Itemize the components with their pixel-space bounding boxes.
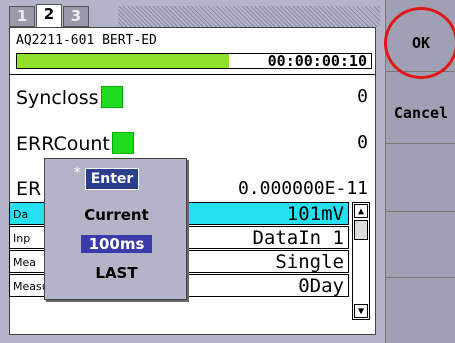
syncloss-row: Syncloss 0 (16, 81, 370, 113)
errcount-value: 0 (357, 132, 368, 153)
syncloss-indicator (100, 86, 123, 108)
error-rate-label: ER (16, 178, 42, 200)
setting-value: Single (275, 251, 344, 273)
setting-label: Da (13, 208, 29, 221)
scroll-thumb[interactable] (354, 220, 368, 240)
selection-popup: * Enter Current 100ms LAST (44, 158, 187, 300)
option-current[interactable]: Current (45, 206, 188, 224)
setting-value: 101mV (286, 203, 344, 225)
setting-label: Mea (13, 256, 36, 269)
tab-bar-filler (118, 6, 380, 27)
setting-label: Inp (13, 232, 31, 245)
setting-value: 0Day (298, 275, 344, 297)
tab-3[interactable]: 3 (63, 6, 89, 27)
cancel-button[interactable]: Cancel (385, 72, 455, 144)
scroll-down-icon[interactable]: ▼ (354, 304, 368, 318)
softkey-4[interactable] (385, 212, 455, 278)
enter-badge: Enter (85, 168, 139, 190)
errcount-row: ERRCount 0 (16, 127, 370, 159)
bert-screen: 1 2 3 AQ2211-601 BERT-ED 00:00:00:10 Syn… (0, 0, 455, 343)
tab-2[interactable]: 2 (36, 4, 62, 27)
option-last[interactable]: LAST (45, 264, 188, 282)
softkey-panel: OK Cancel (384, 0, 455, 343)
softkey-5[interactable] (385, 278, 455, 343)
scrollbar[interactable]: ▲ ▼ (352, 202, 370, 320)
setting-value: DataIn 1 (252, 227, 344, 249)
progress-bar: 00:00:00:10 (16, 52, 372, 70)
tab-1[interactable]: 1 (9, 6, 35, 27)
errcount-label: ERRCount (16, 133, 110, 155)
asterisk-icon: * (73, 165, 82, 181)
errcount-indicator (111, 132, 134, 154)
softkey-3[interactable] (385, 144, 455, 212)
ok-button[interactable]: OK (384, 0, 455, 79)
syncloss-value: 0 (357, 86, 368, 107)
model-name: AQ2211-601 BERT-ED (16, 33, 157, 48)
scroll-up-icon[interactable]: ▲ (354, 204, 368, 218)
option-100ms[interactable]: 100ms (45, 235, 188, 253)
progress-fill (17, 54, 230, 68)
syncloss-label: Syncloss (16, 87, 99, 109)
error-rate-value: 0.000000E-11 (237, 178, 368, 199)
elapsed-time: 00:00:00:10 (267, 52, 367, 70)
